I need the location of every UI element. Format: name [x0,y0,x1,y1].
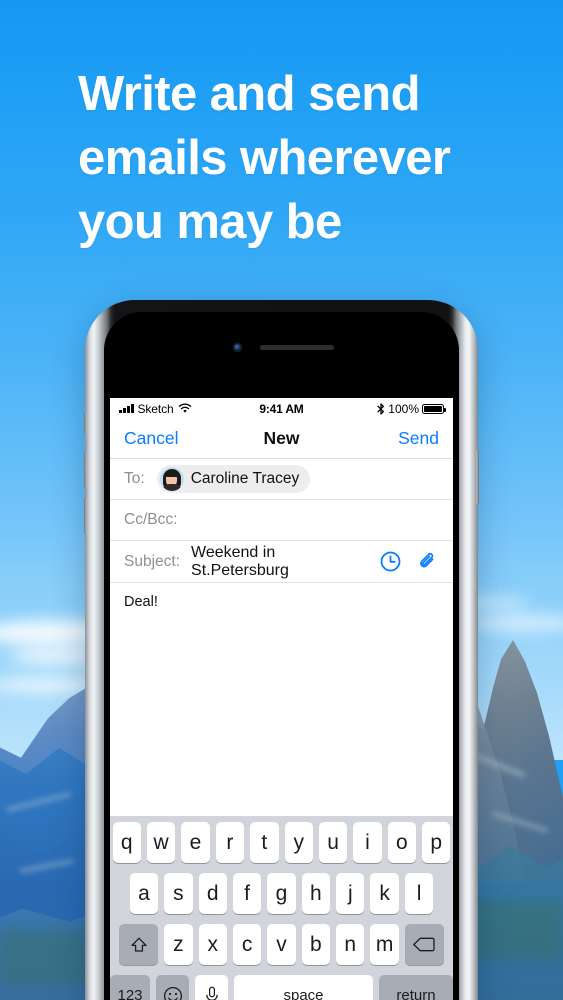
volume-down-button [84,498,87,534]
key-g[interactable]: g [267,873,296,914]
key-k[interactable]: k [370,873,399,914]
microphone-icon [205,986,218,1000]
recipient-name: Caroline Tracey [190,470,300,487]
backspace-icon [413,937,436,952]
to-field-label: To: [124,470,145,487]
phone-screen: Sketch 9:41 AM 100% Cancel New Send To: … [110,398,453,1000]
key-d[interactable]: d [198,873,227,914]
key-q[interactable]: q [112,822,141,863]
battery-full-icon [422,403,447,414]
subject-field-label: Subject: [124,552,181,570]
keyboard-row-2: a s d f g h j k l [110,873,453,914]
shift-arrow-icon [130,937,147,952]
key-i[interactable]: i [353,822,382,863]
send-button[interactable]: Send [398,428,439,449]
avatar-fringe [164,470,179,477]
key-a[interactable]: a [129,873,159,914]
numbers-key[interactable]: 123 [110,975,150,1000]
key-p[interactable]: p [422,822,451,863]
key-u[interactable]: u [318,822,348,863]
front-camera-icon [233,344,241,351]
subject-value: Weekend in St.Petersburg [191,543,289,579]
key-l[interactable]: l [404,873,434,914]
recipient-token[interactable]: Caroline Tracey [156,465,311,493]
clock-icon[interactable] [380,551,401,572]
on-screen-keyboard: q w e r t y u i o p a s d f g h j k l z … [110,816,453,1000]
key-c[interactable]: c [232,924,262,965]
space-key[interactable]: space [234,975,373,1000]
cancel-button[interactable]: Cancel [124,428,178,449]
shift-key[interactable] [119,924,159,965]
status-bar-right: 100% [377,401,447,416]
key-s[interactable]: s [164,873,193,914]
paperclip-icon[interactable] [418,551,439,572]
iphone-mockup: Sketch 9:41 AM 100% Cancel New Send To: … [84,300,479,1000]
key-j[interactable]: j [336,873,365,914]
power-button [476,450,479,504]
volume-up-button [84,452,87,488]
status-bar: Sketch 9:41 AM 100% [110,398,453,419]
key-v[interactable]: v [267,924,296,965]
avatar-shoulders [161,484,182,491]
key-b[interactable]: b [301,924,331,965]
key-f[interactable]: f [232,873,262,914]
key-y[interactable]: y [284,822,313,863]
earpiece-speaker [259,345,334,350]
to-field-row[interactable]: To: Caroline Tracey [110,459,453,500]
key-n[interactable]: n [336,924,365,965]
dictation-key[interactable] [195,975,228,1000]
smiley-face-icon [163,986,182,1000]
subject-field-row[interactable]: Subject: Weekend in St.Petersburg [110,541,453,583]
ccbcc-field-row[interactable]: Cc/Bcc: [110,500,453,541]
key-z[interactable]: z [164,924,193,965]
keyboard-row-3: z x c v b n m [110,924,453,965]
contact-avatar [159,467,184,491]
emoji-key[interactable] [156,975,189,1000]
battery-percent-label: 100% [388,401,419,416]
key-h[interactable]: h [301,873,331,914]
keyboard-row-1: q w e r t y u i o p [110,822,453,863]
key-m[interactable]: m [370,924,399,965]
return-key[interactable]: return [379,975,453,1000]
key-e[interactable]: e [181,822,210,863]
page-headline: Write and send emails wherever you may b… [78,67,451,249]
delete-key[interactable] [404,924,444,965]
ccbcc-field-label: Cc/Bcc: [124,511,178,528]
message-body[interactable]: Deal! [110,583,453,788]
bluetooth-icon [377,402,385,415]
silent-switch [84,412,87,434]
key-t[interactable]: t [250,822,279,863]
key-x[interactable]: x [198,924,227,965]
compose-nav-bar: Cancel New Send [110,419,453,459]
key-w[interactable]: w [146,822,176,863]
key-o[interactable]: o [387,822,417,863]
key-r[interactable]: r [215,822,245,863]
subject-actions [380,551,439,572]
forest-patch [0,930,95,985]
keyboard-row-4: 123 space return [110,975,453,1000]
